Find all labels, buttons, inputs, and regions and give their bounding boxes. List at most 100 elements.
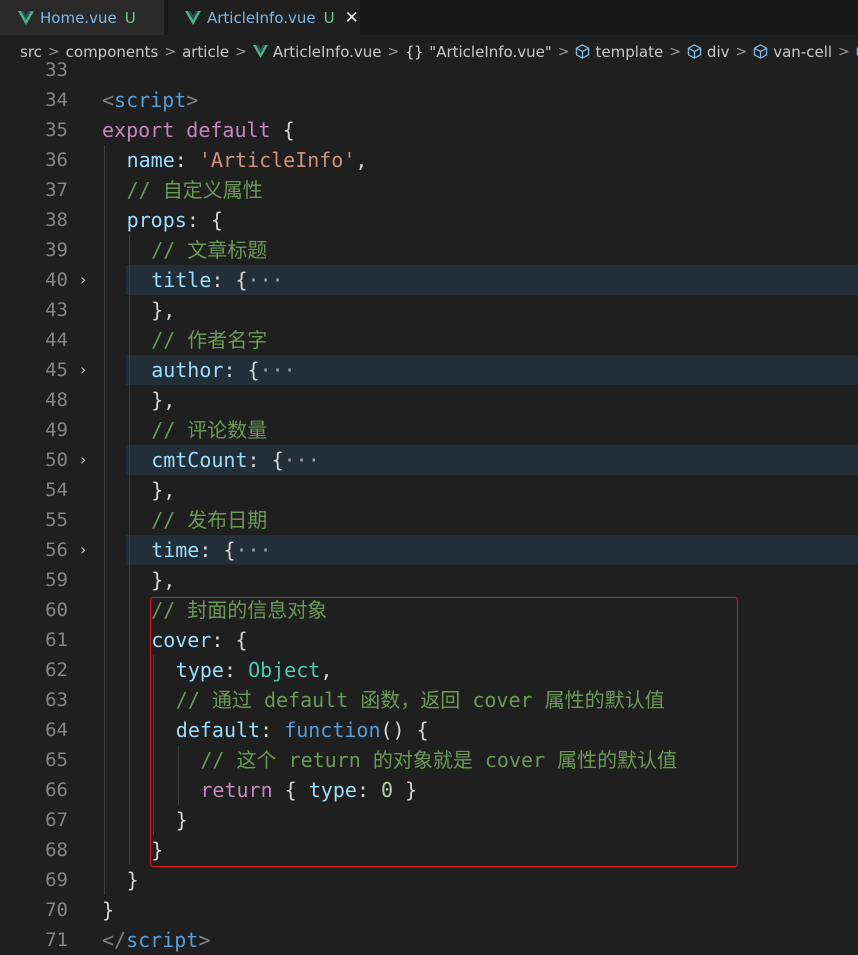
line-number: 60 [45,599,68,621]
code-token: } [102,898,115,922]
code-line[interactable]: 37 // 自定义属性 [0,175,858,205]
fold-chevron-icon[interactable]: › [80,265,86,295]
code-token: : { [199,538,236,562]
indent-guide [128,655,130,685]
indent-guide [104,355,105,385]
code-token: > [198,928,211,952]
line-number: 37 [45,179,68,201]
code-line[interactable]: 35 export default { [0,115,858,145]
code-line[interactable]: 36 name: 'ArticleInfo', [0,145,858,175]
indent-guide [128,295,130,325]
code-line[interactable]: › 56 time: {··· [0,535,858,565]
code-token: }, [151,388,176,412]
code-line[interactable]: 69} [0,865,858,895]
code-token: : { [211,268,248,292]
code-token: // 评论数量 [151,418,268,442]
code-token: { [270,118,295,142]
indent-guide [128,535,130,565]
code-token: : [174,148,199,172]
code-line[interactable]: 70} [0,895,858,925]
code-line[interactable]: 55 // 发布日期 [0,505,858,535]
code-line[interactable]: 43}, [0,295,858,325]
close-icon[interactable]: ✕ [345,8,359,28]
indent-guide [128,685,130,715]
line-number: 70 [45,899,68,921]
code-token: // 作者名字 [151,328,268,352]
line-number: 68 [45,839,68,861]
vue-icon [185,10,201,25]
indent-guide [128,235,130,265]
line-number: 43 [45,299,68,321]
code-line[interactable]: 54}, [0,475,858,505]
indent-guide [128,475,130,505]
code-line[interactable]: 44 // 作者名字 [0,325,858,355]
code-text: author: {··· [151,355,296,385]
code-text: // 发布日期 [151,505,267,535]
fold-chevron-icon[interactable]: › [80,355,86,385]
tab-label: Home.vue [40,8,117,27]
code-line[interactable]: 39 // 文章标题 [0,235,858,265]
code-line[interactable]: 48}, [0,385,858,415]
indent-guide [128,625,130,655]
indent-guide [128,415,130,445]
code-editor[interactable]: 33 34 <script> 35 export default {36 name: 'A… [0,59,858,955]
code-token: < [102,88,115,112]
line-number: 71 [45,929,68,951]
indent-guide [104,265,105,295]
tab-bar: Home.vue U ArticleInfo.vue U ✕ [0,0,858,35]
indent-guide [128,445,130,475]
code-token: > [186,88,199,112]
line-number: 38 [45,209,68,231]
vue-icon [18,10,34,25]
code-text: // 文章标题 [151,235,267,265]
indent-guide [104,775,105,805]
code-token: props [126,208,187,232]
indent-guide [104,445,105,475]
indent-guide [104,655,105,685]
line-number: 64 [45,719,68,741]
code-token: script [114,88,187,112]
code-token: // 自定义属性 [126,178,263,202]
code-token: default [186,118,271,142]
code-line[interactable]: › 40 title: {··· [0,265,858,295]
code-token: }, [151,298,176,322]
code-token: ··· [247,268,284,292]
indent-guide [104,415,105,445]
highlight-box [150,597,738,867]
line-number: 69 [45,869,68,891]
fold-chevron-icon[interactable]: › [80,445,86,475]
code-line[interactable]: › 50 cmtCount: {··· [0,445,858,475]
code-token: // 发布日期 [151,508,268,532]
line-number: 36 [45,149,68,171]
code-line[interactable]: 33 [0,55,858,85]
code-line[interactable]: 49 // 评论数量 [0,415,858,445]
code-line[interactable]: 59}, [0,565,858,595]
indent-guide [128,565,130,595]
indent-guide [104,235,105,265]
indent-guide [104,625,105,655]
line-number: 54 [45,479,68,501]
line-number: 56 [45,539,68,561]
line-number: 65 [45,749,68,771]
line-number: 55 [45,509,68,531]
line-number: 39 [45,239,68,261]
code-token: export [102,118,175,142]
code-text: // 作者名字 [151,325,267,355]
fold-chevron-icon[interactable]: › [80,535,86,565]
line-number: 59 [45,569,68,591]
code-line[interactable]: 38 props: { [0,205,858,235]
line-number: 48 [45,389,68,411]
code-text: </script> [102,925,210,955]
git-status-badge: U [124,8,136,27]
tab-home-vue[interactable]: Home.vue U [0,0,165,35]
code-token: title [151,268,212,292]
line-number: 49 [45,419,68,441]
indent-guide [128,325,130,355]
tab-articleinfo-vue[interactable]: ArticleInfo.vue U ✕ [168,0,360,35]
indent-guide [128,595,130,625]
code-line[interactable]: › 45 author: {··· [0,355,858,385]
indent-guide [104,535,105,565]
code-line[interactable]: 34 <script> [0,85,858,115]
code-line[interactable]: 71 </script> [0,925,858,955]
indent-guide [104,565,105,595]
